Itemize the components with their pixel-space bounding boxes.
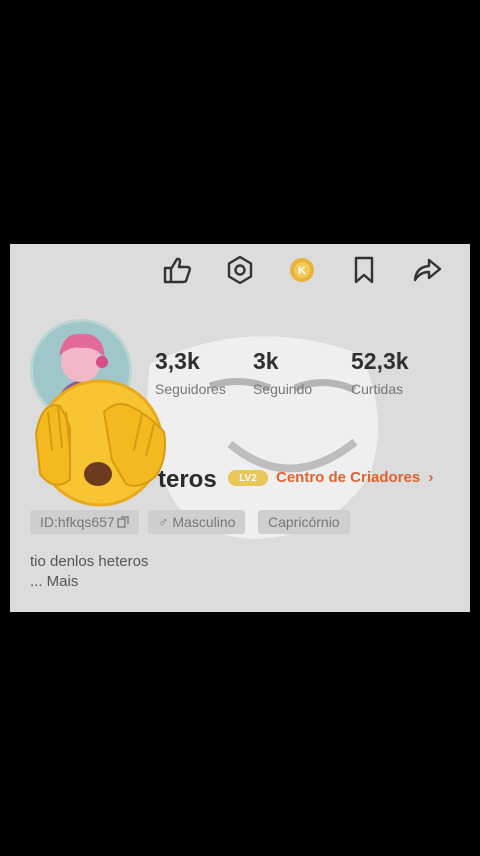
bio: tio denlos heteros ... Mais [30, 552, 148, 592]
zodiac-text: Capricórnio [268, 514, 340, 530]
settings-icon[interactable] [223, 253, 257, 287]
svg-text:K: K [298, 265, 306, 277]
gender-text: ♂ Masculino [158, 514, 236, 530]
following-label: Seguindo [253, 381, 313, 397]
bookmark-icon[interactable] [347, 253, 381, 287]
gender-chip: ♂ Masculino [148, 510, 246, 534]
level-badge: LV2 [228, 470, 268, 486]
user-id-chip[interactable]: ID:hfkqs657 [30, 510, 139, 534]
zodiac-chip: Capricórnio [258, 510, 350, 534]
bio-more-link[interactable]: ... Mais [30, 572, 148, 592]
coin-icon[interactable]: K [285, 253, 319, 287]
likes-count: 52,3k [351, 348, 409, 374]
stat-following[interactable]: 3k Seguindo [253, 348, 312, 397]
followers-count: 3,3k [155, 348, 200, 374]
thumbs-up-icon[interactable] [160, 253, 194, 287]
following-count: 3k [253, 348, 279, 374]
chevron-right-icon: › [428, 469, 434, 486]
share-icon[interactable] [410, 253, 444, 287]
copy-icon[interactable] [117, 516, 129, 528]
stat-likes[interactable]: 52,3k Curtidas [351, 348, 409, 397]
creator-center-label: Centro de Criadores [276, 469, 421, 486]
bio-text: tio denlos heteros [30, 553, 149, 570]
shocked-face-emoji [34, 379, 166, 507]
profile-panel: K 3,3k Seguidores 3k Seguindo 52,3k Curt… [10, 244, 470, 612]
user-id-text: ID:hfkqs657 [40, 514, 115, 530]
likes-label: Curtidas [351, 381, 404, 397]
creator-center-link[interactable]: Centro de Criadores › [276, 469, 433, 486]
